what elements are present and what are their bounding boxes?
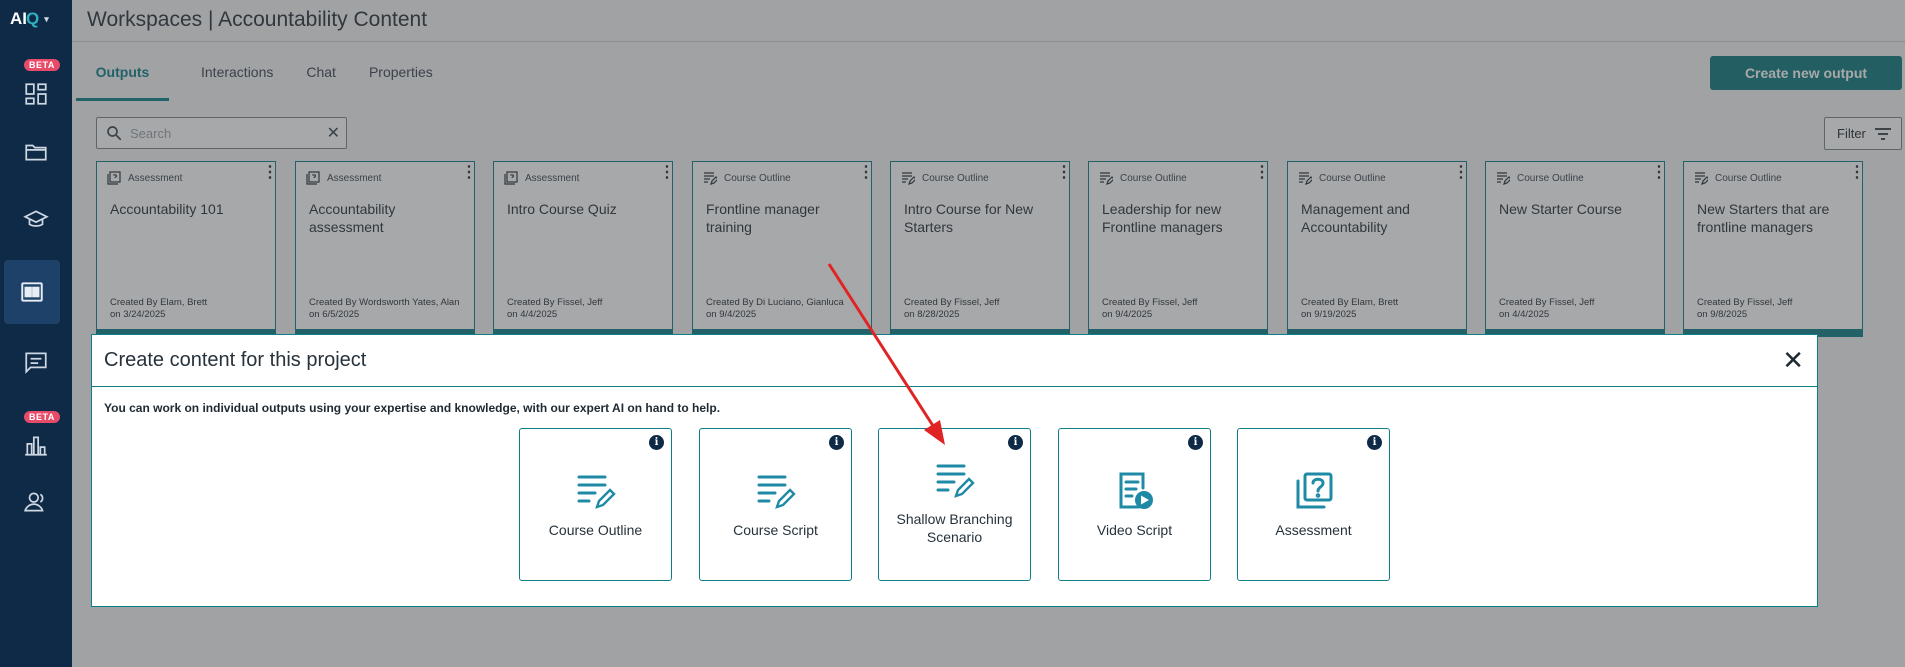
sidebar-item-analytics[interactable]: BETA: [0, 402, 72, 466]
sidebar-item-workspaces[interactable]: [4, 260, 60, 324]
option-course-outline[interactable]: i Course Outline: [519, 428, 672, 581]
graduation-cap-icon: [23, 210, 49, 227]
option-shallow-branching-scenario[interactable]: i Shallow Branching Scenario: [878, 428, 1031, 581]
chevron-down-icon[interactable]: ▾: [44, 14, 49, 25]
logo-text: AI: [10, 9, 27, 28]
divider: [92, 386, 1817, 387]
info-icon[interactable]: i: [649, 435, 664, 450]
sidebar-item-dashboard[interactable]: BETA: [0, 54, 72, 118]
list-pencil-icon: [577, 475, 616, 509]
option-label: Course Outline: [548, 522, 643, 538]
option-label: Video Script: [1096, 522, 1173, 538]
info-icon[interactable]: i: [1188, 435, 1203, 450]
create-content-modal: Create content for this project ✕ You ca…: [91, 334, 1818, 607]
option-course-script[interactable]: i Course Script: [699, 428, 852, 581]
modal-title: Create content for this project: [104, 349, 367, 371]
users-icon: [24, 492, 44, 512]
option-assessment[interactable]: i Assessment: [1237, 428, 1390, 581]
beta-badge: BETA: [24, 59, 60, 71]
sidebar-item-courses[interactable]: [0, 188, 72, 252]
app-logo[interactable]: AI Q ▾: [10, 9, 49, 29]
info-icon[interactable]: i: [829, 435, 844, 450]
option-label: Course Script: [733, 522, 818, 538]
workspace-icon: [21, 282, 43, 302]
bar-chart-icon: [25, 436, 47, 456]
info-icon[interactable]: i: [1008, 435, 1023, 450]
list-pencil-icon: [757, 475, 796, 509]
dashboard-icon: [25, 83, 47, 105]
chat-icon: [25, 352, 47, 374]
close-icon[interactable]: ✕: [1782, 345, 1804, 376]
option-label: Shallow Branching Scenario: [896, 511, 1013, 545]
sidebar-item-folders[interactable]: [0, 120, 72, 184]
sidebar-item-users[interactable]: [0, 470, 72, 534]
question-pages-icon: [1296, 472, 1332, 509]
sidebar-item-chat[interactable]: [0, 330, 72, 394]
beta-badge: BETA: [24, 411, 60, 423]
list-pencil-icon: [936, 464, 975, 498]
info-icon[interactable]: i: [1367, 435, 1382, 450]
modal-description: You can work on individual outputs using…: [104, 401, 721, 415]
option-label: Assessment: [1275, 522, 1352, 538]
folder-icon: [25, 144, 47, 161]
option-video-script[interactable]: i Video Script: [1058, 428, 1211, 581]
sidebar: AI Q ▾ BETA BETA: [0, 0, 72, 667]
document-play-icon: [1119, 472, 1153, 509]
